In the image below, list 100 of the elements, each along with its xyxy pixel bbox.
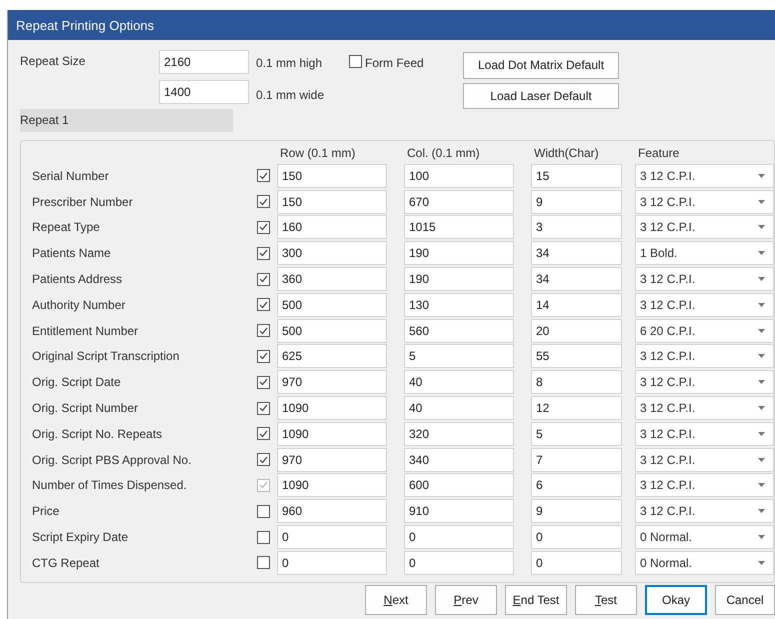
row-field[interactable]: 1090 [277, 422, 387, 446]
row-field[interactable]: 960 [277, 499, 387, 524]
width-field[interactable]: 12 [531, 396, 622, 420]
row-field[interactable]: 150 [277, 164, 387, 188]
col-field[interactable]: 670 [404, 190, 514, 214]
width-field[interactable]: 0 [531, 550, 622, 575]
width-field[interactable]: 14 [531, 292, 622, 317]
col-field[interactable]: 5 [404, 344, 514, 368]
dialog-button[interactable]: Prev [435, 584, 497, 615]
width-field[interactable]: 55 [531, 344, 622, 368]
width-field[interactable]: 8 [531, 370, 622, 394]
row-field[interactable]: 970 [277, 370, 387, 394]
row-field[interactable]: 0 [277, 550, 387, 575]
width-field[interactable]: 0 [531, 525, 622, 550]
col-field[interactable]: 340 [404, 448, 514, 472]
row-field[interactable]: 500 [277, 292, 387, 317]
load-default-button[interactable]: Load Dot Matrix Default [463, 52, 619, 78]
enable-checkbox[interactable] [257, 246, 270, 260]
width-field[interactable]: 9 [531, 190, 622, 214]
enable-checkbox[interactable] [257, 169, 270, 182]
col-field[interactable]: 100 [404, 164, 514, 188]
width-field[interactable]: 34 [531, 267, 622, 292]
enable-checkbox[interactable] [257, 220, 270, 234]
width-field[interactable]: 20 [531, 318, 622, 343]
feature-dropdown[interactable]: 3 12 C.P.I. [635, 344, 774, 368]
feature-dropdown[interactable]: 1 Bold. [635, 241, 774, 266]
feature-dropdown[interactable]: 3 12 C.P.I. [635, 292, 774, 317]
col-field[interactable]: 1015 [404, 215, 514, 240]
dialog-button[interactable]: Test [575, 584, 637, 615]
enable-checkbox[interactable] [257, 453, 270, 466]
row-field[interactable]: 1090 [277, 396, 387, 420]
dropdown-caret-icon [758, 251, 765, 256]
col-field[interactable]: 0 [404, 550, 514, 575]
field-label: Patients Address [32, 271, 122, 288]
dropdown-caret-icon [758, 200, 765, 204]
enable-checkbox[interactable] [257, 195, 270, 208]
feature-dropdown[interactable]: 3 12 C.P.I. [635, 215, 774, 240]
width-field[interactable]: 34 [531, 241, 622, 266]
height-field[interactable]: 2160 [159, 50, 249, 74]
dialog-button[interactable]: Next [365, 584, 427, 615]
width-field[interactable]: 9 [531, 499, 622, 524]
col-field[interactable]: 40 [404, 396, 514, 420]
enable-checkbox[interactable] [257, 504, 270, 518]
dropdown-caret-icon [758, 225, 765, 230]
enable-checkbox[interactable] [257, 427, 270, 440]
enable-checkbox[interactable] [257, 556, 270, 570]
row-field[interactable]: 970 [277, 448, 387, 472]
dialog-button[interactable]: End Test [505, 584, 567, 615]
dropdown-caret-icon [758, 328, 765, 333]
field-label: Orig. Script Number [32, 400, 138, 418]
field-label: Number of Times Dispensed. [32, 477, 187, 494]
col-field[interactable]: 130 [404, 292, 514, 317]
dropdown-caret-icon [758, 406, 765, 410]
row-field[interactable]: 360 [277, 267, 387, 292]
width-field[interactable]: 15 [531, 164, 622, 188]
column-header: Row (0.1 mm) [279, 145, 356, 162]
form-feed-checkbox[interactable] [349, 55, 362, 68]
feature-dropdown[interactable]: 3 12 C.P.I. [635, 370, 774, 394]
enable-checkbox[interactable] [257, 298, 270, 312]
width-field[interactable]: 3 [531, 215, 622, 240]
feature-dropdown[interactable]: 0 Normal. [635, 525, 774, 550]
row-field[interactable]: 160 [277, 215, 387, 240]
dialog-button[interactable]: Cancel [715, 584, 775, 615]
col-field[interactable]: 560 [404, 318, 514, 343]
row-field[interactable]: 150 [277, 190, 387, 214]
enable-checkbox[interactable] [257, 350, 270, 363]
feature-dropdown[interactable]: 3 12 C.P.I. [635, 448, 774, 472]
width-field[interactable]: 5 [531, 422, 622, 446]
col-field[interactable]: 40 [404, 370, 514, 394]
feature-dropdown[interactable]: 3 12 C.P.I. [635, 267, 774, 292]
enable-checkbox[interactable] [257, 272, 270, 286]
field-label: Orig. Script Date [32, 374, 121, 392]
row-field[interactable]: 300 [277, 241, 387, 266]
row-field[interactable]: 500 [277, 318, 387, 343]
dialog-button[interactable]: Okay [645, 584, 707, 615]
field-label: CTG Repeat [32, 554, 100, 572]
row-field[interactable]: 0 [277, 525, 387, 550]
col-field[interactable]: 320 [404, 422, 514, 446]
col-field[interactable]: 910 [404, 499, 514, 524]
row-field[interactable]: 625 [277, 344, 387, 368]
column-header: Feature [637, 145, 680, 162]
width-field[interactable]: 1400 [159, 80, 249, 104]
feature-dropdown[interactable]: 3 12 C.P.I. [635, 164, 774, 188]
feature-dropdown[interactable]: 3 12 C.P.I. [635, 499, 774, 524]
load-default-button[interactable]: Load Laser Default [463, 82, 619, 109]
width-field[interactable]: 7 [531, 448, 622, 472]
enable-checkbox[interactable] [257, 376, 270, 389]
col-field[interactable]: 190 [404, 241, 514, 266]
feature-dropdown[interactable]: 0 Normal. [635, 550, 774, 575]
enable-checkbox[interactable] [257, 402, 270, 415]
feature-dropdown[interactable]: 3 12 C.P.I. [635, 422, 774, 446]
col-field[interactable]: 190 [404, 267, 514, 292]
col-field[interactable]: 0 [404, 525, 514, 550]
feature-dropdown[interactable]: 3 12 C.P.I. [635, 190, 774, 214]
enable-checkbox[interactable] [257, 530, 270, 544]
feature-dropdown[interactable]: 6 20 C.P.I. [635, 318, 774, 343]
feature-dropdown[interactable]: 3 12 C.P.I. [635, 396, 774, 420]
field-label: Prescriber Number [32, 194, 133, 211]
enable-checkbox[interactable] [257, 324, 270, 338]
field-label: Serial Number [32, 168, 109, 185]
